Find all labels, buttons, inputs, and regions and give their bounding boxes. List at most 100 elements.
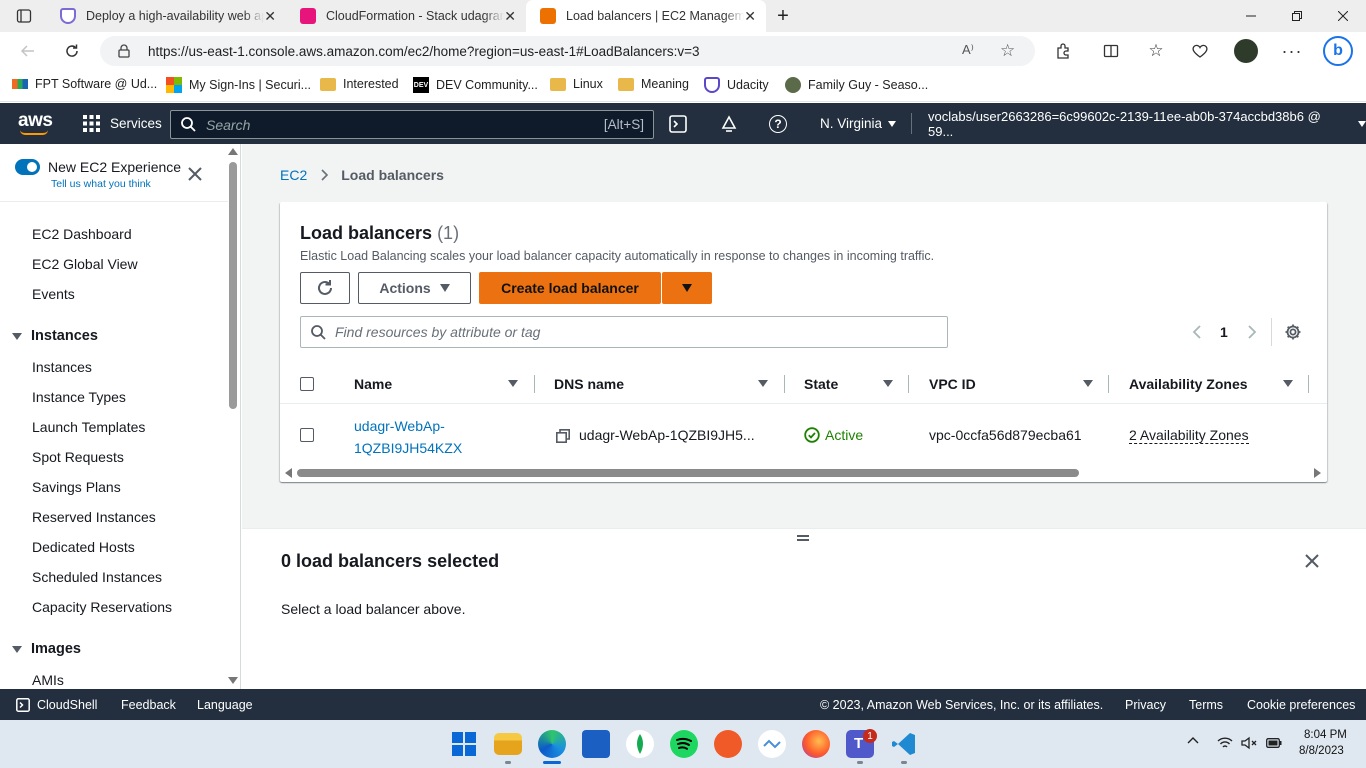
aws-logo[interactable]: aws: [18, 103, 53, 144]
footer-privacy-link[interactable]: Privacy: [1125, 689, 1166, 720]
cloudshell-icon[interactable]: [669, 103, 687, 144]
region-selector[interactable]: N. Virginia: [820, 103, 897, 144]
bookmark-udacity[interactable]: Udacity: [704, 77, 769, 93]
app-icon[interactable]: [758, 730, 786, 758]
bookmark-fpt[interactable]: FPT Software @ Ud...: [12, 77, 157, 91]
breadcrumb-ec2[interactable]: EC2: [280, 167, 307, 183]
footer-cookie-preferences-link[interactable]: Cookie preferences: [1247, 689, 1355, 720]
windows-start-icon[interactable]: [450, 730, 478, 758]
nav-ec2-dashboard[interactable]: EC2 Dashboard: [32, 226, 132, 242]
nav-instances[interactable]: Instances: [32, 359, 92, 375]
microsoft-store-icon[interactable]: [582, 730, 610, 758]
settings-gear-icon[interactable]: [1284, 323, 1302, 341]
nav-dedicated-hosts[interactable]: Dedicated Hosts: [32, 539, 135, 555]
favorite-star-icon[interactable]: ☆: [1000, 41, 1015, 61]
minimize-icon[interactable]: [1228, 0, 1274, 32]
bing-copilot-icon[interactable]: b: [1322, 35, 1354, 67]
close-icon[interactable]: [1305, 554, 1319, 568]
more-menu-icon[interactable]: ···: [1276, 35, 1308, 67]
cloudshell-button[interactable]: CloudShell: [16, 689, 97, 720]
load-balancer-name-link[interactable]: udagr-WebAp- 1QZBI9JH54KZX: [354, 415, 462, 459]
new-tab-icon[interactable]: +: [766, 0, 800, 32]
table-horizontal-scrollbar[interactable]: [283, 466, 1325, 480]
column-divider[interactable]: [1108, 375, 1109, 393]
url-bar[interactable]: https://us-east-1.console.aws.amazon.com…: [100, 36, 1035, 66]
nav-amis[interactable]: AMIs: [32, 672, 64, 688]
scroll-up-icon[interactable]: [228, 148, 238, 155]
nav-savings-plans[interactable]: Savings Plans: [32, 479, 121, 495]
footer-feedback-link[interactable]: Feedback: [121, 689, 176, 720]
account-menu[interactable]: voclabs/user2663286=6c99602c-2139-11ee-a…: [928, 103, 1366, 144]
scroll-thumb[interactable]: [297, 469, 1079, 477]
profile-avatar[interactable]: [1230, 35, 1262, 67]
bookmark-interested[interactable]: Interested: [320, 77, 399, 91]
sort-icon[interactable]: [883, 380, 893, 387]
actions-button[interactable]: Actions: [358, 272, 471, 304]
wifi-icon[interactable]: [1217, 736, 1233, 750]
column-header-zones[interactable]: Availability Zones: [1129, 365, 1248, 403]
close-window-icon[interactable]: [1320, 0, 1366, 32]
postman-icon[interactable]: [714, 730, 742, 758]
filter-input[interactable]: Find resources by attribute or tag: [300, 316, 948, 348]
nav-launch-templates[interactable]: Launch Templates: [32, 419, 145, 435]
prev-page-icon[interactable]: [1192, 325, 1201, 339]
row-checkbox[interactable]: [300, 428, 314, 442]
refresh-icon[interactable]: [56, 35, 88, 67]
nav-ec2-global-view[interactable]: EC2 Global View: [32, 256, 138, 272]
footer-terms-link[interactable]: Terms: [1189, 689, 1223, 720]
nav-spot-requests[interactable]: Spot Requests: [32, 449, 124, 465]
browser-tab-cloudformation[interactable]: CloudFormation - Stack udagram ✕: [286, 0, 526, 32]
next-page-icon[interactable]: [1248, 325, 1257, 339]
resize-handle-icon[interactable]: [797, 535, 809, 541]
bookmark-linux[interactable]: Linux: [550, 77, 603, 91]
new-experience-toggle[interactable]: [15, 159, 40, 175]
volume-muted-icon[interactable]: [1241, 736, 1257, 750]
column-header-name[interactable]: Name: [354, 365, 392, 403]
nav-section-images[interactable]: Images: [12, 641, 81, 657]
scroll-down-icon[interactable]: [228, 677, 238, 684]
favorites-icon[interactable]: ☆: [1140, 35, 1172, 67]
close-tab-icon[interactable]: ✕: [744, 8, 756, 25]
spotify-icon[interactable]: [670, 730, 698, 758]
sidebar-scrollbar[interactable]: [228, 148, 238, 688]
nav-section-instances[interactable]: Instances: [12, 328, 98, 344]
vscode-icon[interactable]: [890, 730, 918, 758]
nav-events[interactable]: Events: [32, 286, 75, 302]
scroll-right-icon[interactable]: [1314, 468, 1321, 478]
services-menu[interactable]: Services: [83, 103, 162, 144]
create-load-balancer-button[interactable]: Create load balancer: [479, 272, 661, 304]
firefox-icon[interactable]: [802, 730, 830, 758]
battery-icon[interactable]: [1266, 737, 1282, 749]
search-input[interactable]: Search [Alt+S]: [170, 110, 654, 139]
close-tab-icon[interactable]: ✕: [264, 8, 276, 25]
bookmark-meaning[interactable]: Meaning: [618, 77, 689, 91]
nav-scheduled-instances[interactable]: Scheduled Instances: [32, 569, 162, 585]
split-screen-icon[interactable]: [1095, 35, 1127, 67]
read-aloud-icon[interactable]: A⁾: [962, 42, 974, 58]
column-header-dns[interactable]: DNS name: [554, 365, 624, 403]
create-dropdown-button[interactable]: [662, 272, 712, 304]
extensions-icon[interactable]: [1047, 35, 1079, 67]
column-divider[interactable]: [784, 375, 785, 393]
bookmark-dev[interactable]: DEV DEV Community...: [413, 77, 538, 93]
clock-date[interactable]: 8/8/2023: [1299, 745, 1344, 757]
scroll-thumb[interactable]: [229, 162, 237, 409]
column-divider[interactable]: [908, 375, 909, 393]
sort-icon[interactable]: [1083, 380, 1093, 387]
scroll-left-icon[interactable]: [285, 468, 292, 478]
bookmark-signins[interactable]: My Sign-Ins | Securi...: [166, 77, 311, 93]
tab-actions-icon[interactable]: [4, 0, 44, 32]
footer-language-link[interactable]: Language: [197, 689, 253, 720]
edge-browser-icon[interactable]: [538, 730, 566, 758]
bookmark-family-guy[interactable]: Family Guy - Seaso...: [785, 77, 928, 93]
nav-instance-types[interactable]: Instance Types: [32, 389, 126, 405]
restore-icon[interactable]: [1274, 0, 1320, 32]
column-divider[interactable]: [534, 375, 535, 393]
close-tab-icon[interactable]: ✕: [504, 8, 516, 25]
column-header-vpc[interactable]: VPC ID: [929, 365, 976, 403]
sort-icon[interactable]: [1283, 380, 1293, 387]
browser-essentials-icon[interactable]: [1184, 35, 1216, 67]
back-icon[interactable]: [12, 35, 44, 67]
column-divider[interactable]: [1308, 375, 1309, 393]
clock-time[interactable]: 8:04 PM: [1304, 729, 1347, 741]
